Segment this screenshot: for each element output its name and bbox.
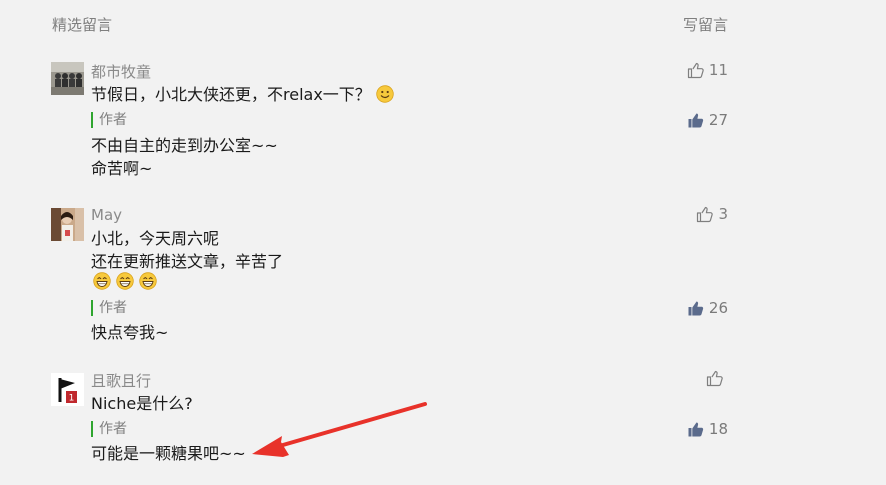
red-arrow-annotation: [252, 402, 427, 457]
